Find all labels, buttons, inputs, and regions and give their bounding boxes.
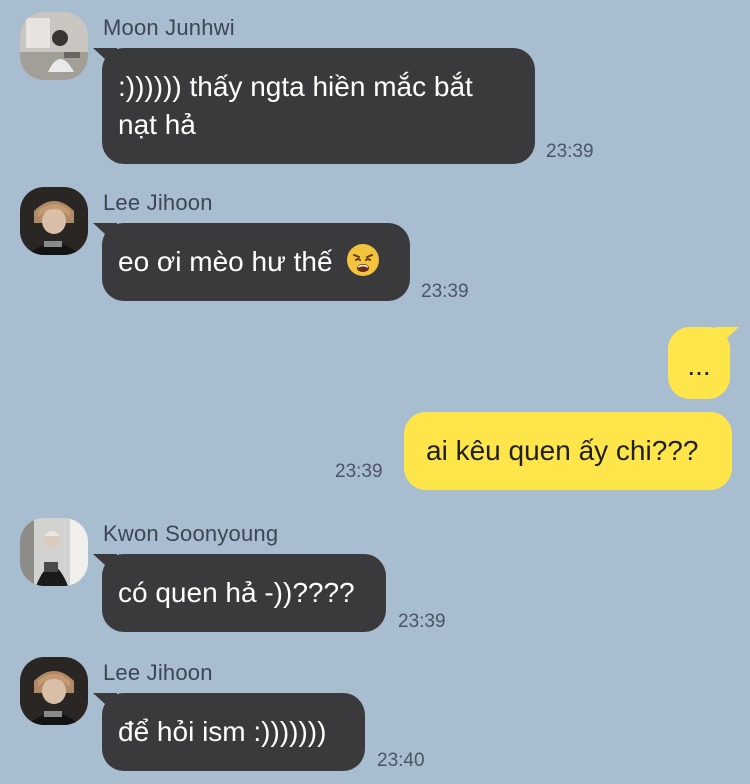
message-text: ... bbox=[687, 350, 711, 381]
avatar-kwon-soonyoung[interactable] bbox=[20, 518, 88, 586]
message-text: ai kêu quen ấy chi??? bbox=[426, 435, 699, 466]
message-bubble[interactable]: :)))))) thấy ngta hiền mắc bắt nạt hả bbox=[102, 48, 535, 164]
message-bubble[interactable]: eo ơi mèo hư thế bbox=[102, 223, 410, 301]
avatar-moon-junhwi[interactable] bbox=[20, 12, 88, 80]
message-text: eo ơi mèo hư thế bbox=[118, 246, 333, 277]
message-timestamp: 23:39 bbox=[335, 461, 383, 482]
message-timestamp: 23:40 bbox=[377, 750, 425, 771]
sender-name: Kwon Soonyoung bbox=[103, 521, 279, 546]
message-timestamp: 23:39 bbox=[546, 141, 594, 162]
message-timestamp: 23:39 bbox=[421, 281, 469, 302]
avatar-lee-jihoon[interactable] bbox=[20, 657, 88, 725]
sender-name: Lee Jihoon bbox=[103, 660, 213, 685]
message-bubble-outgoing[interactable]: ai kêu quen ấy chi??? bbox=[404, 412, 732, 490]
message-text: :)))))) thấy ngta hiền mắc bắt nạt hả bbox=[118, 71, 473, 140]
weary-face-emoji bbox=[346, 243, 380, 277]
message-text: có quen hả -))???? bbox=[118, 577, 355, 608]
message-text: để hỏi ism :))))))) bbox=[118, 716, 327, 747]
message-bubble[interactable]: để hỏi ism :))))))) bbox=[102, 693, 365, 771]
message-bubble[interactable]: có quen hả -))???? bbox=[102, 554, 386, 632]
message-timestamp: 23:39 bbox=[398, 611, 446, 632]
message-bubble-outgoing[interactable]: ... bbox=[668, 327, 730, 399]
avatar-lee-jihoon[interactable] bbox=[20, 187, 88, 255]
sender-name: Moon Junhwi bbox=[103, 15, 235, 40]
chat-thread: Moon Junhwi :)))))) thấy ngta hiền mắc b… bbox=[0, 0, 750, 784]
sender-name: Lee Jihoon bbox=[103, 190, 213, 215]
